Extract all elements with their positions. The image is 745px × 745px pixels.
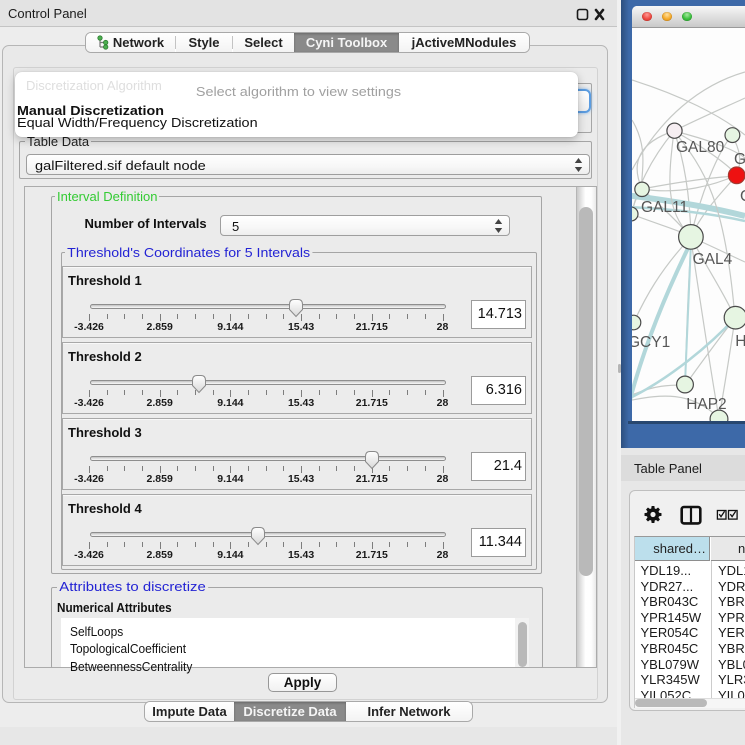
svg-text:GAL4: GAL4 bbox=[693, 251, 733, 268]
svg-text:GAL11: GAL11 bbox=[641, 199, 688, 216]
svg-text:GA: GA bbox=[734, 151, 745, 168]
svg-text:C: C bbox=[740, 188, 745, 205]
svg-text:GCY1: GCY1 bbox=[632, 334, 670, 351]
svg-text:HAP2: HAP2 bbox=[686, 396, 727, 413]
svg-text:H: H bbox=[735, 333, 745, 350]
svg-text:GAL80: GAL80 bbox=[676, 139, 725, 156]
